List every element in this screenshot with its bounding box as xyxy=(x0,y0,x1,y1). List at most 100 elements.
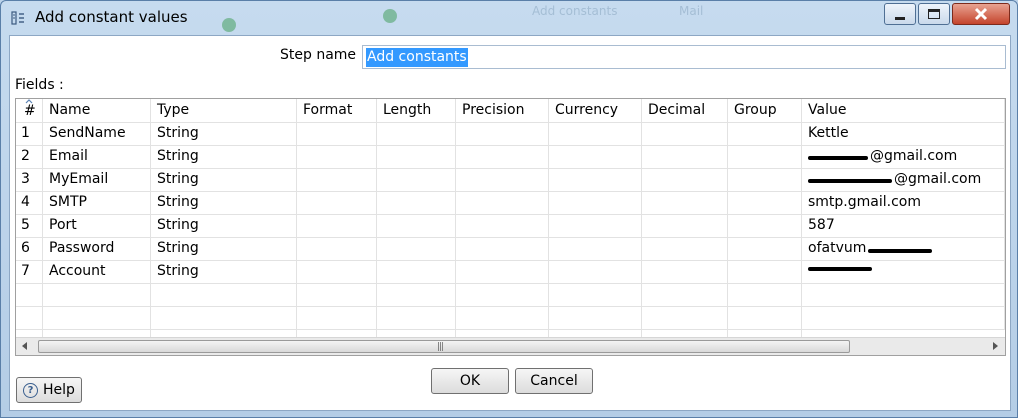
column-header-format[interactable]: Format xyxy=(297,99,377,123)
empty-cell[interactable] xyxy=(728,284,802,307)
group-cell[interactable] xyxy=(728,146,802,169)
empty-cell[interactable] xyxy=(549,307,642,330)
type-cell[interactable]: String xyxy=(151,169,297,192)
group-cell[interactable] xyxy=(728,123,802,146)
empty-cell[interactable] xyxy=(377,307,456,330)
row-number-cell[interactable]: 6 xyxy=(16,238,43,261)
length-cell[interactable] xyxy=(377,146,456,169)
precision-cell[interactable] xyxy=(456,238,549,261)
column-header-type[interactable]: Type xyxy=(151,99,297,123)
help-button[interactable]: ? Help xyxy=(16,377,82,403)
length-cell[interactable] xyxy=(377,123,456,146)
currency-cell[interactable] xyxy=(549,261,642,284)
empty-cell[interactable] xyxy=(802,307,1005,330)
column-header-number[interactable]: # xyxy=(16,99,43,123)
column-header-group[interactable]: Group xyxy=(728,99,802,123)
currency-cell[interactable] xyxy=(549,192,642,215)
currency-cell[interactable] xyxy=(549,123,642,146)
type-cell[interactable]: String xyxy=(151,146,297,169)
title-bar[interactable]: Add constant values Add constants Mail xyxy=(1,1,1017,35)
length-cell[interactable] xyxy=(377,192,456,215)
value-cell[interactable]: @gmail.com xyxy=(802,146,1005,169)
row-number-cell[interactable]: 1 xyxy=(16,123,43,146)
name-cell[interactable]: MyEmail xyxy=(43,169,151,192)
column-header-length[interactable]: Length xyxy=(377,99,456,123)
decimal-cell[interactable] xyxy=(642,215,728,238)
empty-cell[interactable] xyxy=(728,307,802,330)
name-cell[interactable]: Password xyxy=(43,238,151,261)
empty-cell[interactable] xyxy=(802,284,1005,307)
column-header-value[interactable]: Value xyxy=(802,99,1005,123)
scrollbar-thumb[interactable]: ||| xyxy=(38,340,850,353)
scroll-right-arrow-icon[interactable] xyxy=(993,342,998,350)
close-button[interactable] xyxy=(952,3,1010,25)
format-cell[interactable] xyxy=(297,192,377,215)
format-cell[interactable] xyxy=(297,146,377,169)
currency-cell[interactable] xyxy=(549,169,642,192)
decimal-cell[interactable] xyxy=(642,192,728,215)
value-cell[interactable]: Kettle xyxy=(802,123,1005,146)
value-cell[interactable]: @gmail.com xyxy=(802,169,1005,192)
value-cell[interactable] xyxy=(802,261,1005,284)
scroll-left-arrow-icon[interactable] xyxy=(22,342,27,350)
currency-cell[interactable] xyxy=(549,146,642,169)
precision-cell[interactable] xyxy=(456,215,549,238)
name-cell[interactable]: SMTP xyxy=(43,192,151,215)
format-cell[interactable] xyxy=(297,261,377,284)
step-name-input[interactable]: Add constants xyxy=(362,45,1006,69)
value-cell[interactable]: smtp.gmail.com xyxy=(802,192,1005,215)
empty-cell[interactable] xyxy=(151,284,297,307)
empty-cell[interactable] xyxy=(43,307,151,330)
row-number-cell[interactable]: 2 xyxy=(16,146,43,169)
row-number-cell[interactable]: 3 xyxy=(16,169,43,192)
type-cell[interactable]: String xyxy=(151,192,297,215)
precision-cell[interactable] xyxy=(456,261,549,284)
currency-cell[interactable] xyxy=(549,215,642,238)
maximize-button[interactable] xyxy=(918,3,950,25)
precision-cell[interactable] xyxy=(456,123,549,146)
empty-cell[interactable] xyxy=(549,284,642,307)
empty-cell[interactable] xyxy=(456,284,549,307)
type-cell[interactable]: String xyxy=(151,261,297,284)
type-cell[interactable]: String xyxy=(151,215,297,238)
column-header-name[interactable]: Name xyxy=(43,99,151,123)
value-cell[interactable]: ofatvum xyxy=(802,238,1005,261)
group-cell[interactable] xyxy=(728,192,802,215)
empty-cell[interactable] xyxy=(642,307,728,330)
decimal-cell[interactable] xyxy=(642,146,728,169)
empty-cell[interactable] xyxy=(297,307,377,330)
group-cell[interactable] xyxy=(728,261,802,284)
precision-cell[interactable] xyxy=(456,146,549,169)
precision-cell[interactable] xyxy=(456,192,549,215)
column-header-decimal[interactable]: Decimal xyxy=(642,99,728,123)
type-cell[interactable]: String xyxy=(151,238,297,261)
name-cell[interactable]: SendName xyxy=(43,123,151,146)
empty-cell[interactable] xyxy=(43,284,151,307)
length-cell[interactable] xyxy=(377,215,456,238)
precision-cell[interactable] xyxy=(456,169,549,192)
length-cell[interactable] xyxy=(377,238,456,261)
minimize-button[interactable] xyxy=(884,3,916,25)
row-number-cell[interactable]: 7 xyxy=(16,261,43,284)
group-cell[interactable] xyxy=(728,215,802,238)
decimal-cell[interactable] xyxy=(642,261,728,284)
format-cell[interactable] xyxy=(297,123,377,146)
empty-cell[interactable] xyxy=(642,284,728,307)
row-number-cell[interactable]: 4 xyxy=(16,192,43,215)
ok-button[interactable]: OK xyxy=(431,368,509,394)
format-cell[interactable] xyxy=(297,238,377,261)
value-cell[interactable]: 587 xyxy=(802,215,1005,238)
name-cell[interactable]: Email xyxy=(43,146,151,169)
length-cell[interactable] xyxy=(377,169,456,192)
horizontal-scrollbar[interactable]: ||| xyxy=(16,337,1005,355)
empty-cell[interactable] xyxy=(16,284,43,307)
empty-cell[interactable] xyxy=(456,307,549,330)
group-cell[interactable] xyxy=(728,169,802,192)
column-header-currency[interactable]: Currency xyxy=(549,99,642,123)
currency-cell[interactable] xyxy=(549,238,642,261)
decimal-cell[interactable] xyxy=(642,123,728,146)
column-header-precision[interactable]: Precision xyxy=(456,99,549,123)
row-number-cell[interactable]: 5 xyxy=(16,215,43,238)
group-cell[interactable] xyxy=(728,238,802,261)
format-cell[interactable] xyxy=(297,169,377,192)
